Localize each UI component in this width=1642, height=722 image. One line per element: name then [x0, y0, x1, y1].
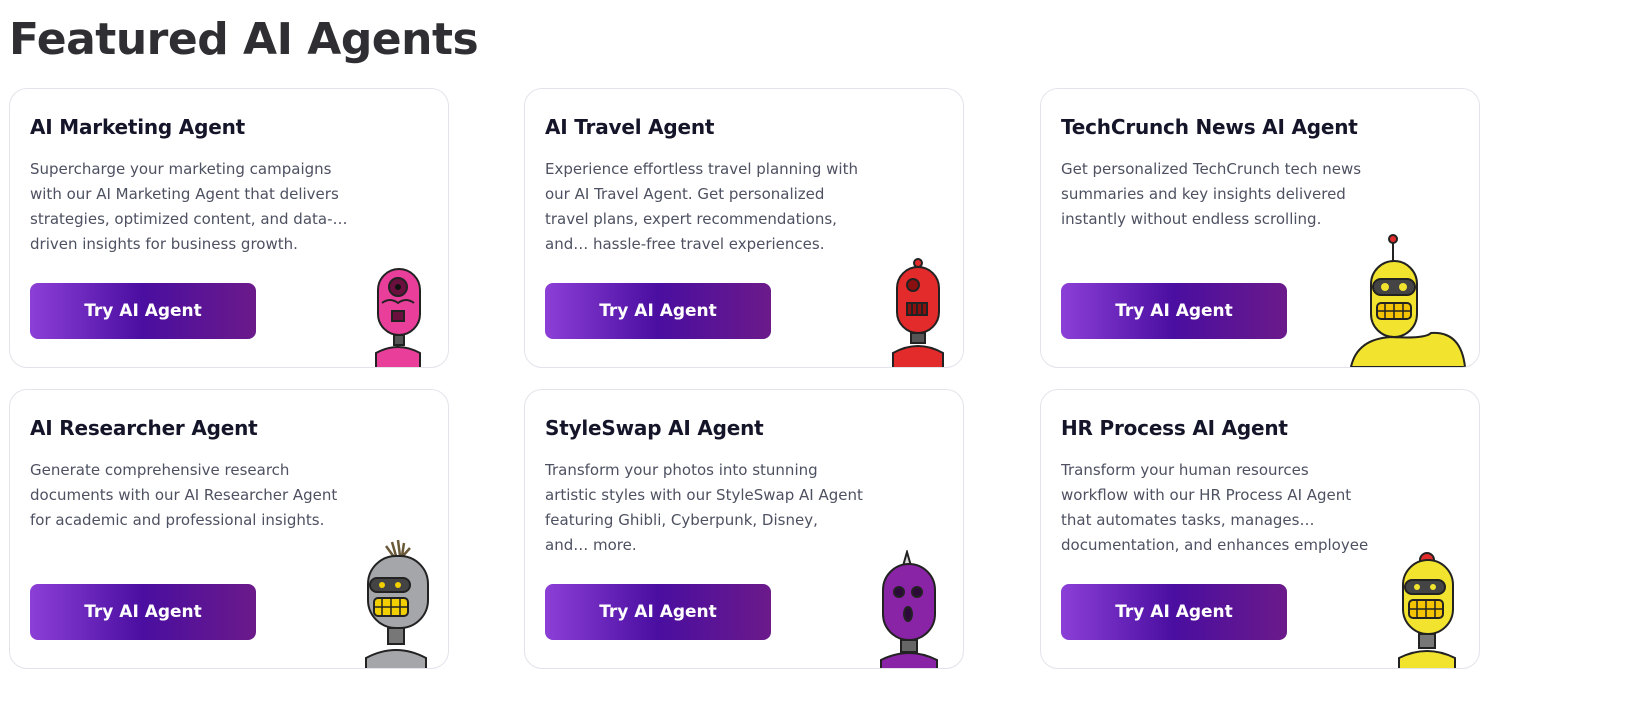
agent-card-researcher: AI Researcher Agent Generate comprehensi… [9, 389, 449, 669]
try-agent-button[interactable]: Try AI Agent [30, 283, 256, 339]
agent-card-styleswap: StyleSwap AI Agent Transform your photos… [524, 389, 964, 669]
agent-card-description: Get personalized TechCrunch tech news su… [1061, 160, 1362, 228]
agent-card-title: HR Process AI Agent [1061, 416, 1288, 440]
agent-card-description: Experience effortless travel planning wi… [545, 160, 858, 253]
pink-robot-icon [375, 268, 421, 367]
try-agent-button[interactable]: Try AI Agent [1061, 283, 1287, 339]
agent-card-techcrunch: TechCrunch News AI Agent Get personalize… [1040, 88, 1480, 368]
agent-card-title: TechCrunch News AI Agent [1061, 115, 1358, 139]
agent-card-marketing: AI Marketing Agent Supercharge your mark… [9, 88, 449, 368]
agent-card-description: Generate comprehensive research document… [30, 461, 338, 529]
try-agent-button[interactable]: Try AI Agent [545, 584, 771, 640]
yellow-robot-icon [1349, 234, 1467, 367]
agent-card-title: StyleSwap AI Agent [545, 416, 764, 440]
agent-card-description: Transform your photos into stunning arti… [545, 461, 863, 554]
gray-robot-icon [365, 540, 429, 668]
page-title: Featured AI Agents [9, 14, 479, 65]
try-agent-button[interactable]: Try AI Agent [30, 584, 256, 640]
try-agent-button[interactable]: Try AI Agent [545, 283, 771, 339]
agent-card-title: AI Researcher Agent [30, 416, 258, 440]
yellow-robot-icon [1398, 552, 1456, 668]
red-robot-icon [892, 258, 944, 367]
agent-card-description: Transform your human resources workflow … [1061, 461, 1369, 554]
agent-card-title: AI Marketing Agent [30, 115, 245, 139]
agent-card-description: Supercharge your marketing campaigns wit… [30, 160, 348, 253]
purple-robot-icon [880, 550, 938, 668]
agent-card-title: AI Travel Agent [545, 115, 715, 139]
try-agent-button[interactable]: Try AI Agent [1061, 584, 1287, 640]
agent-card-travel: AI Travel Agent Experience effortless tr… [524, 88, 964, 368]
agent-card-hr-process: HR Process AI Agent Transform your human… [1040, 389, 1480, 669]
